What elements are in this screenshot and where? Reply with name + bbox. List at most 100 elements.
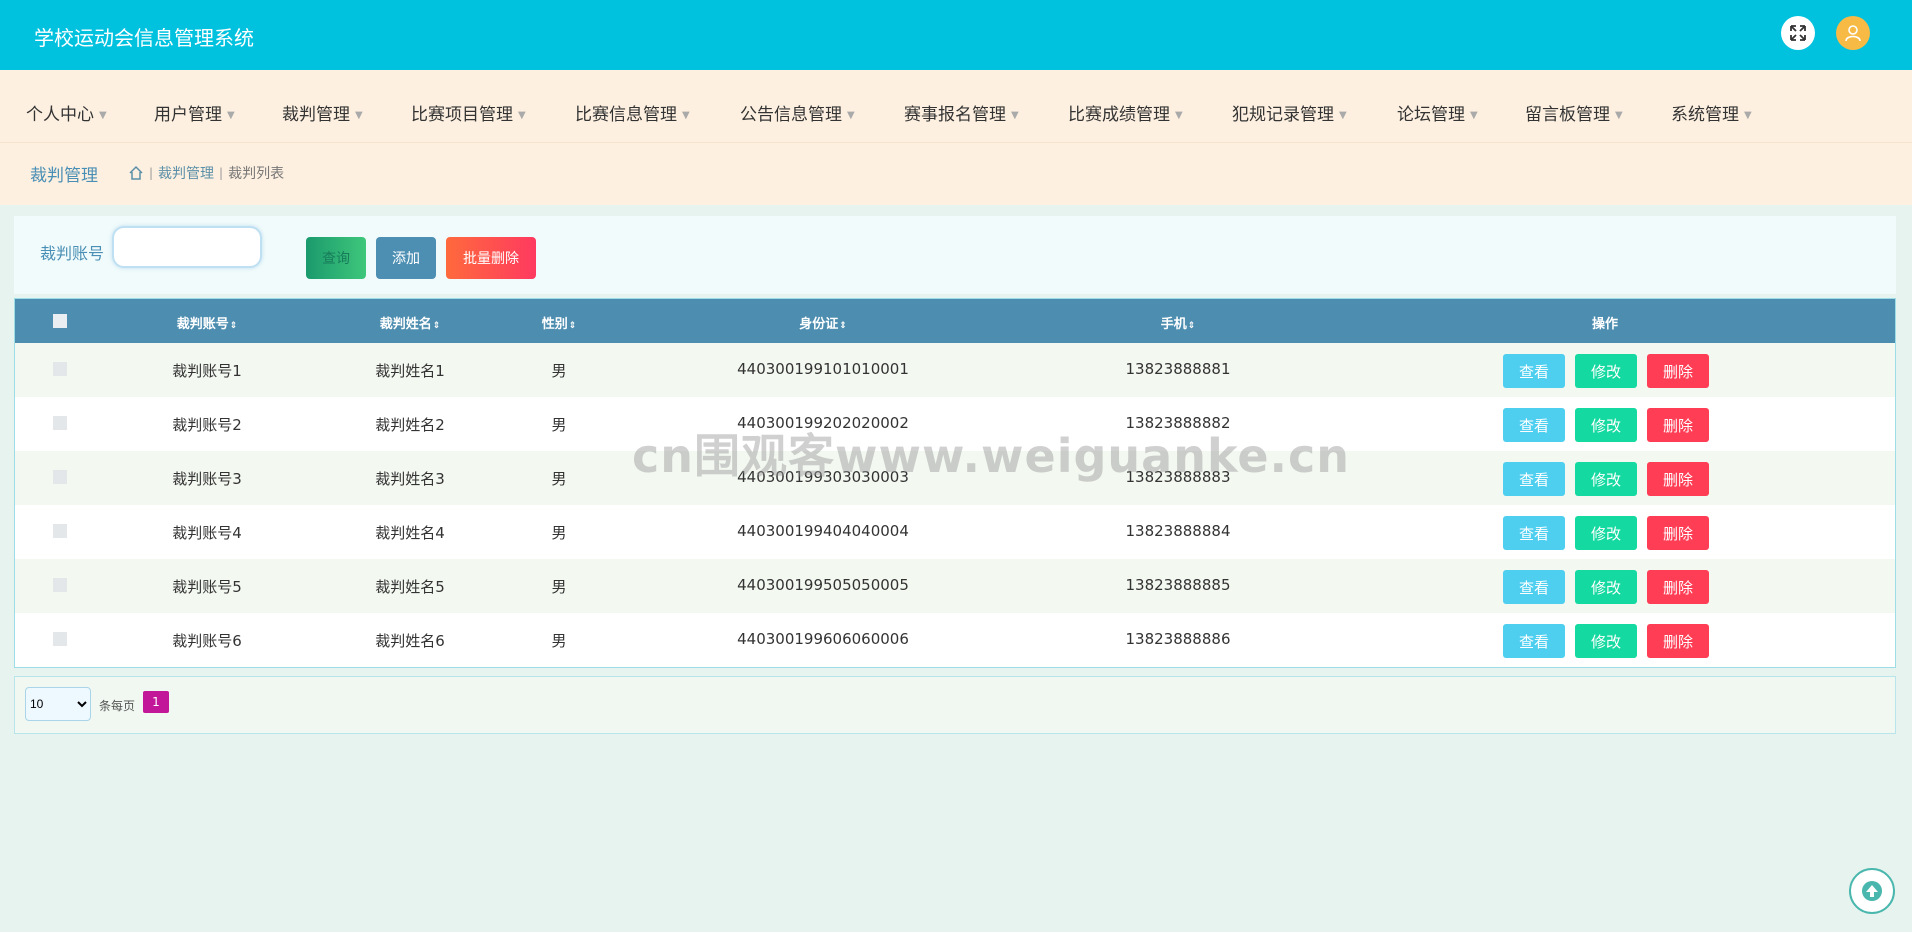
- nav-item-label: 比赛成绩管理: [1068, 105, 1170, 125]
- cell-idcard: 440300199606060006: [737, 630, 909, 648]
- nav-item-label: 犯规记录管理: [1232, 105, 1334, 125]
- cell-account: 裁判账号3: [172, 470, 242, 488]
- nav-item-label: 裁判管理: [282, 105, 350, 125]
- nav-item-label: 系统管理: [1671, 105, 1739, 125]
- row-checkbox[interactable]: [53, 578, 67, 592]
- caret-down-icon: ▼: [1470, 109, 1478, 121]
- nav-item-label: 公告信息管理: [740, 105, 842, 125]
- caret-down-icon: ▼: [1615, 109, 1623, 121]
- column-header-account[interactable]: 裁判账号⇕: [177, 313, 238, 332]
- view-button[interactable]: 查看: [1503, 570, 1565, 604]
- delete-button[interactable]: 删除: [1647, 516, 1709, 550]
- view-button[interactable]: 查看: [1503, 408, 1565, 442]
- row-checkbox[interactable]: [53, 362, 67, 376]
- delete-button[interactable]: 删除: [1647, 462, 1709, 496]
- row-checkbox[interactable]: [53, 524, 67, 538]
- cell-idcard: 440300199101010001: [737, 360, 909, 378]
- edit-button[interactable]: 修改: [1575, 624, 1637, 658]
- top-bar: 学校运动会信息管理系统: [0, 0, 1912, 70]
- nav-item-event-project-management[interactable]: 比赛项目管理 ▼: [411, 100, 526, 125]
- fullscreen-button[interactable]: [1781, 16, 1815, 50]
- table-row: 裁判账号1 裁判姓名1 男 440300199101010001 1382388…: [15, 343, 1895, 397]
- user-icon: [1845, 25, 1861, 42]
- row-checkbox[interactable]: [53, 470, 67, 484]
- column-header-name[interactable]: 裁判姓名⇕: [380, 313, 441, 332]
- column-header-actions: 操作: [1591, 317, 1619, 332]
- cell-name: 裁判姓名1: [375, 362, 445, 380]
- sort-icon: ⇕: [1187, 321, 1196, 331]
- edit-button[interactable]: 修改: [1575, 354, 1637, 388]
- back-to-top-button[interactable]: [1849, 868, 1895, 914]
- nav-item-message-board-management[interactable]: 留言板管理 ▼: [1525, 100, 1623, 125]
- page-button-current[interactable]: 1: [143, 691, 169, 713]
- edit-button[interactable]: 修改: [1575, 408, 1637, 442]
- delete-button[interactable]: 删除: [1647, 570, 1709, 604]
- cell-idcard: 440300199404040004: [737, 522, 909, 540]
- caret-down-icon: ▼: [99, 109, 107, 121]
- cell-name: 裁判姓名2: [375, 416, 445, 434]
- delete-button[interactable]: 删除: [1647, 408, 1709, 442]
- add-button[interactable]: 添加: [376, 237, 436, 279]
- nav-item-label: 个人中心: [26, 105, 94, 125]
- cell-gender: 男: [551, 578, 567, 596]
- sort-icon: ⇕: [432, 321, 441, 331]
- header-label: 裁判账号: [176, 317, 229, 332]
- edit-button[interactable]: 修改: [1575, 516, 1637, 550]
- query-button[interactable]: 查询: [306, 237, 366, 279]
- cell-gender: 男: [551, 416, 567, 434]
- breadcrumb-current: 裁判列表: [228, 166, 285, 182]
- referee-account-search-input[interactable]: [112, 226, 262, 268]
- view-button[interactable]: 查看: [1503, 624, 1565, 658]
- cell-account: 裁判账号4: [172, 524, 242, 542]
- caret-down-icon: ▼: [682, 109, 690, 121]
- row-checkbox[interactable]: [53, 632, 67, 646]
- cell-gender: 男: [551, 524, 567, 542]
- column-header-phone[interactable]: 手机⇕: [1161, 313, 1196, 332]
- view-button[interactable]: 查看: [1503, 354, 1565, 388]
- batch-delete-button[interactable]: 批量删除: [446, 237, 536, 279]
- pagination: 10 条每页 1: [14, 676, 1896, 734]
- header-label: 性别: [541, 317, 568, 332]
- breadcrumb-link-referee-management[interactable]: 裁判管理: [158, 163, 214, 183]
- nav-item-notice-management[interactable]: 公告信息管理 ▼: [740, 100, 855, 125]
- nav-item-foul-record-management[interactable]: 犯规记录管理 ▼: [1232, 100, 1347, 125]
- nav-item-personal-center[interactable]: 个人中心 ▼: [26, 100, 107, 125]
- nav-item-user-management[interactable]: 用户管理 ▼: [154, 100, 235, 125]
- nav-item-referee-management[interactable]: 裁判管理 ▼: [282, 100, 363, 125]
- column-header-gender[interactable]: 性别⇕: [542, 313, 577, 332]
- per-page-label: 条每页: [99, 699, 136, 713]
- user-avatar-button[interactable]: [1836, 16, 1870, 50]
- caret-down-icon: ▼: [847, 109, 855, 121]
- main-nav: 个人中心 ▼ 用户管理 ▼ 裁判管理 ▼ 比赛项目管理 ▼ 比赛信息管理 ▼ 公告信息管理…: [0, 70, 1912, 143]
- sort-icon: ⇕: [839, 321, 847, 331]
- column-header-idcard[interactable]: 身份证⇕: [799, 313, 847, 332]
- delete-button[interactable]: 删除: [1647, 624, 1709, 658]
- search-panel: 裁判账号 查询 添加 批量删除: [14, 216, 1896, 294]
- nav-item-score-management[interactable]: 比赛成绩管理 ▼: [1068, 100, 1183, 125]
- select-all-checkbox[interactable]: [53, 314, 67, 328]
- nav-item-match-info-management[interactable]: 比赛信息管理 ▼: [575, 100, 690, 125]
- delete-button[interactable]: 删除: [1647, 354, 1709, 388]
- view-button[interactable]: 查看: [1503, 516, 1565, 550]
- cell-gender: 男: [551, 470, 567, 488]
- view-button[interactable]: 查看: [1503, 462, 1565, 496]
- cell-phone: 13823888881: [1125, 360, 1231, 378]
- per-page-select[interactable]: 10: [25, 687, 91, 721]
- nav-item-system-management[interactable]: 系统管理 ▼: [1671, 100, 1752, 125]
- home-icon[interactable]: [128, 165, 144, 181]
- cell-phone: 13823888883: [1125, 468, 1231, 486]
- nav-item-registration-management[interactable]: 赛事报名管理 ▼: [904, 100, 1019, 125]
- cell-idcard: 440300199505050005: [737, 576, 909, 594]
- nav-item-forum-management[interactable]: 论坛管理 ▼: [1397, 100, 1478, 125]
- cell-account: 裁判账号5: [172, 578, 242, 596]
- edit-button[interactable]: 修改: [1575, 462, 1637, 496]
- row-checkbox[interactable]: [53, 416, 67, 430]
- referee-table: 裁判账号⇕ 裁判姓名⇕ 性别⇕ 身份证⇕ 手机⇕ 操作 裁判账号1 裁判姓名1 …: [14, 298, 1896, 668]
- table-row: 裁判账号4 裁判姓名4 男 440300199404040004 1382388…: [15, 505, 1895, 559]
- header-label: 手机: [1160, 317, 1187, 332]
- nav-item-label: 留言板管理: [1525, 105, 1610, 125]
- page-footer-area: [0, 764, 1912, 932]
- header-label: 裁判姓名: [379, 317, 432, 332]
- caret-down-icon: ▼: [355, 109, 363, 121]
- edit-button[interactable]: 修改: [1575, 570, 1637, 604]
